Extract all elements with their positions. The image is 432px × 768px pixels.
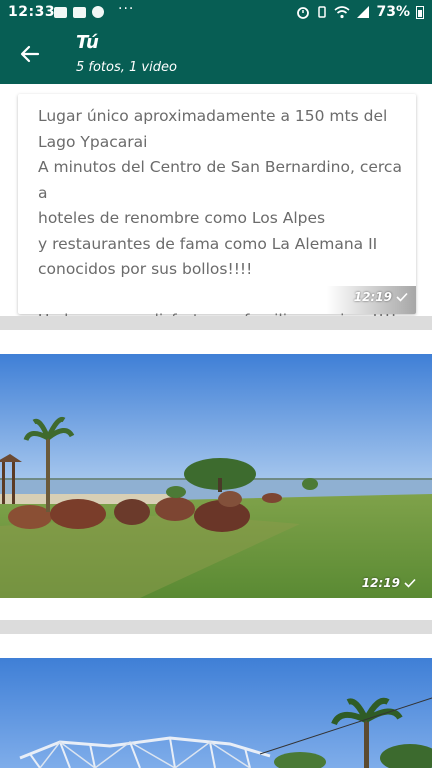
status-bar: 12:33 ··· 73%	[0, 0, 432, 26]
photo-top-padding	[0, 634, 432, 658]
messaging-icon	[73, 6, 86, 18]
vibrate-icon	[318, 6, 327, 18]
more-notifications-icon: ···	[118, 1, 135, 17]
sent-check-icon	[396, 292, 408, 302]
wifi-icon	[334, 6, 351, 19]
palm-photo-image	[0, 658, 432, 768]
sent-check-icon	[404, 578, 416, 588]
battery-percent: 73%	[376, 4, 410, 20]
page-title: Tú	[76, 32, 99, 53]
app-bar: Tú 5 fotos, 1 video	[0, 26, 432, 84]
lake-shore-photo[interactable]: 12:19	[0, 354, 432, 598]
message-time: 12:19	[353, 290, 392, 304]
signal-icon	[357, 6, 370, 18]
facebook-icon	[92, 6, 104, 18]
message-timestamp: 12:19	[354, 290, 408, 304]
notification-icons	[54, 6, 104, 18]
back-arrow-icon[interactable]	[18, 42, 42, 66]
text-message-bubble[interactable]: Lugar único aproximadamente a 150 mts de…	[18, 94, 416, 329]
gallery-icon	[54, 6, 67, 18]
divider	[0, 316, 432, 330]
photo-time: 12:19	[361, 576, 400, 590]
battery-icon	[416, 6, 424, 19]
lake-photo-image	[0, 354, 432, 598]
divider	[0, 620, 432, 634]
photo-timestamp: 12:19	[362, 576, 416, 590]
system-icons: 73%	[296, 4, 424, 20]
media-count-subtitle: 5 fotos, 1 video	[76, 60, 177, 75]
palm-tree-photo[interactable]	[0, 658, 432, 768]
alarm-icon	[297, 7, 310, 19]
status-time: 12:33	[8, 4, 56, 20]
photo-bottom-padding	[0, 598, 432, 620]
photo-top-padding	[0, 330, 432, 354]
